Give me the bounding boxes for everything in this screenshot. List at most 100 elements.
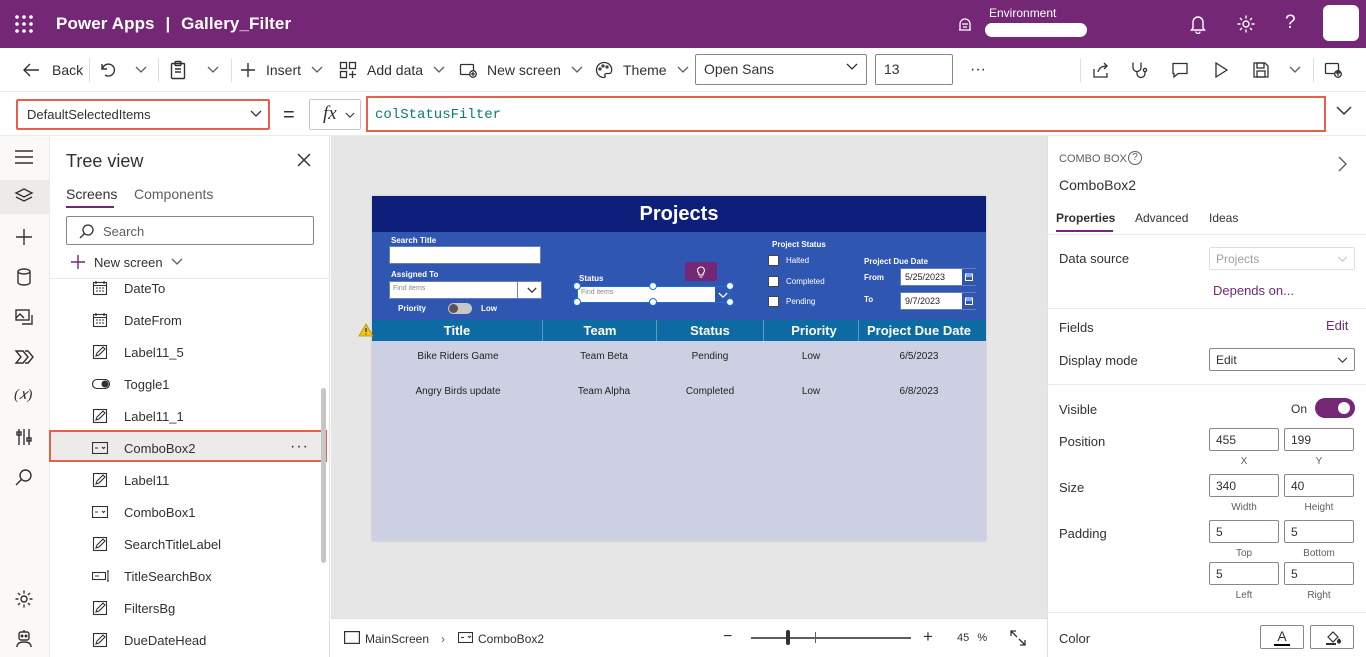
checkbox-pending[interactable] <box>768 296 779 307</box>
tab-ideas[interactable]: Ideas <box>1209 211 1238 225</box>
file-name[interactable]: Gallery_Filter <box>181 14 291 33</box>
tree-item-label11[interactable]: Label11 <box>92 470 169 490</box>
position-x-input[interactable]: 455 <box>1209 428 1279 451</box>
save-dropdown[interactable] <box>1289 60 1301 80</box>
tab-screens[interactable]: Screens <box>66 186 117 202</box>
visible-toggle[interactable] <box>1315 398 1355 418</box>
checkbox-completed[interactable] <box>768 276 779 287</box>
padding-bottom-input[interactable]: 5 <box>1284 520 1354 543</box>
insert-plus-icon[interactable] <box>14 227 34 247</box>
settings-gear-icon[interactable] <box>14 589 34 609</box>
media-icon[interactable] <box>14 307 34 327</box>
undo-button[interactable] <box>99 60 117 80</box>
insert-button[interactable]: Insert <box>240 60 323 80</box>
fx-button[interactable]: fx <box>309 99 361 130</box>
resize-handle[interactable] <box>649 282 657 290</box>
tree-item-titlesearchbox[interactable]: TitleSearchBox <box>92 566 212 586</box>
tab-advanced[interactable]: Advanced <box>1135 211 1188 225</box>
resize-handle[interactable] <box>726 282 734 290</box>
tab-components[interactable]: Components <box>134 186 213 202</box>
tree-item-label11_1[interactable]: Label11_1 <box>92 406 184 426</box>
fill-color-button[interactable] <box>1310 625 1354 649</box>
resize-handle[interactable] <box>649 298 657 306</box>
font-size-input[interactable]: 13 <box>875 54 953 85</box>
help-icon[interactable]: ? <box>1285 12 1296 34</box>
tab-properties[interactable]: Properties <box>1056 211 1115 225</box>
more-commands-button[interactable]: ··· <box>970 60 986 80</box>
tree-item-datefrom[interactable]: DateFrom <box>92 310 182 330</box>
breadcrumb-screen[interactable]: MainScreen <box>365 632 429 646</box>
variables-icon[interactable]: (𝑥) <box>14 386 32 404</box>
zoom-slider[interactable] <box>751 637 911 639</box>
notification-bell-icon[interactable] <box>1189 14 1207 34</box>
app-checker-button[interactable] <box>1130 60 1148 80</box>
hamburger-menu-icon[interactable] <box>14 150 34 164</box>
tree-item-dateto[interactable]: DateTo <box>92 278 165 298</box>
virtual-agent-icon[interactable] <box>14 629 34 649</box>
new-screen-button[interactable]: New screen <box>459 60 583 80</box>
breadcrumb-control[interactable]: ComboBox2 <box>478 632 544 646</box>
tree-item-searchtitlelabel[interactable]: SearchTitleLabel <box>92 534 221 554</box>
tree-item-duedatehead[interactable]: DueDateHead <box>92 630 206 650</box>
padding-top-input[interactable]: 5 <box>1209 520 1279 543</box>
waffle-icon[interactable] <box>14 14 34 34</box>
title-search-box[interactable] <box>389 246 541 264</box>
assigned-to-combobox[interactable]: Find items <box>389 281 542 299</box>
warning-icon[interactable] <box>358 323 374 337</box>
font-family-select[interactable]: Open Sans <box>695 54 867 85</box>
fields-edit-link[interactable]: Edit <box>1326 318 1348 333</box>
close-icon[interactable] <box>296 152 312 168</box>
comments-button[interactable] <box>1171 60 1189 80</box>
depends-on-link[interactable]: Depends on... <box>1213 283 1294 298</box>
settings-gear-icon[interactable] <box>1236 14 1256 34</box>
zoom-in-button[interactable]: + <box>923 627 933 647</box>
data-cylinder-icon[interactable] <box>14 267 34 287</box>
fit-to-window-icon[interactable] <box>1010 630 1026 646</box>
text-color-button[interactable]: A <box>1260 625 1304 649</box>
more-options-icon[interactable]: ··· <box>290 438 309 456</box>
avatar[interactable] <box>1323 5 1359 41</box>
date-to-picker[interactable]: 9/7/2023 <box>900 292 976 310</box>
ideas-lightbulb-button[interactable] <box>685 262 717 281</box>
zoom-out-button[interactable]: − <box>723 628 732 646</box>
resize-handle[interactable] <box>573 298 581 306</box>
priority-toggle[interactable] <box>448 303 472 314</box>
tree-item-filtersbg[interactable]: FiltersBg <box>92 598 175 618</box>
chevron-right-icon[interactable] <box>1337 156 1347 172</box>
position-y-input[interactable]: 199 <box>1284 428 1354 451</box>
tree-search-input[interactable]: Search <box>66 216 314 245</box>
advanced-tools-icon[interactable] <box>14 427 34 447</box>
formula-input[interactable]: colStatusFilter <box>366 96 1326 132</box>
resize-handle[interactable] <box>726 298 734 306</box>
tree-view-layers-icon[interactable] <box>14 187 34 207</box>
save-button[interactable] <box>1252 60 1270 80</box>
power-automate-icon[interactable] <box>14 347 34 367</box>
theme-button[interactable]: Theme <box>595 60 689 80</box>
environment-icon[interactable] <box>956 15 974 33</box>
tree-item-label11_5[interactable]: Label11_5 <box>92 342 184 362</box>
tree-new-screen-button[interactable]: New screen <box>70 254 183 270</box>
padding-right-input[interactable]: 5 <box>1284 562 1354 585</box>
expand-formula-bar-button[interactable] <box>1336 106 1352 116</box>
height-input[interactable]: 40 <box>1284 474 1354 497</box>
search-icon[interactable] <box>14 467 34 487</box>
data-source-select[interactable]: Projects <box>1209 247 1355 270</box>
tree-item-combobox1[interactable]: ComboBox1 <box>92 502 196 522</box>
padding-left-input[interactable]: 5 <box>1209 562 1279 585</box>
preview-play-button[interactable] <box>1213 60 1229 80</box>
date-from-picker[interactable]: 5/25/2023 <box>900 268 976 286</box>
width-input[interactable]: 340 <box>1209 474 1279 497</box>
tree-item-combobox2[interactable]: ComboBox2 <box>92 438 196 458</box>
paste-dropdown[interactable] <box>207 60 219 80</box>
environment-selector[interactable] <box>985 23 1087 37</box>
tree-scrollbar[interactable] <box>321 388 326 563</box>
undo-dropdown[interactable] <box>135 60 147 80</box>
share-button[interactable] <box>1092 60 1110 80</box>
zoom-slider-thumb[interactable] <box>786 630 790 645</box>
display-mode-select[interactable]: Edit <box>1209 348 1355 371</box>
back-button[interactable]: Back <box>22 60 83 80</box>
resize-handle[interactable] <box>573 282 581 290</box>
help-icon[interactable]: ? <box>1128 151 1142 165</box>
publish-button[interactable] <box>1324 60 1342 80</box>
paste-button[interactable] <box>169 60 187 80</box>
